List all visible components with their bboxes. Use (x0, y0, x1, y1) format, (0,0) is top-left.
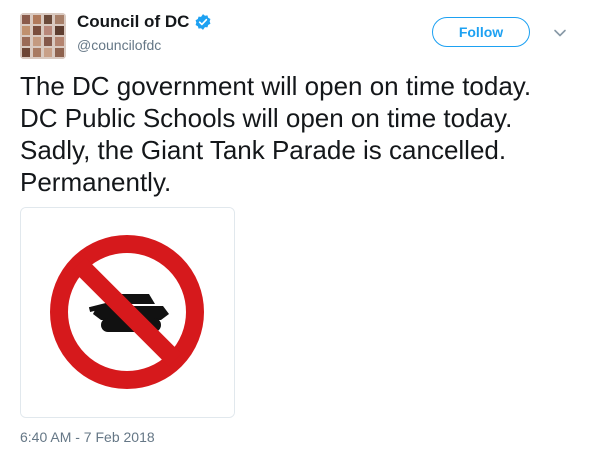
tweet-text-line: Sadly, the Giant Tank Parade is cancelle… (20, 135, 507, 165)
follow-button[interactable]: Follow (432, 17, 530, 47)
display-name[interactable]: Council of DC (77, 12, 189, 32)
tweet-text: The DC government will open on time toda… (20, 70, 590, 198)
chevron-down-icon[interactable] (553, 26, 567, 40)
verified-badge-icon (194, 13, 212, 31)
tweet-card: Council of DC @councilofdc Follow The DC… (0, 0, 600, 451)
user-name-row[interactable]: Council of DC (77, 12, 212, 32)
user-handle[interactable]: @councilofdc (77, 37, 161, 53)
tweet-timestamp[interactable]: 6:40 AM - 7 Feb 2018 (20, 429, 155, 445)
tweet-media-image[interactable] (20, 207, 235, 418)
tweet-text-line: The DC government will open on time toda… (20, 71, 532, 101)
no-tanks-sign-icon (21, 208, 234, 417)
avatar[interactable] (20, 13, 66, 59)
tweet-text-line: Permanently. (20, 167, 172, 197)
tweet-text-line: DC Public Schools will open on time toda… (20, 103, 513, 133)
